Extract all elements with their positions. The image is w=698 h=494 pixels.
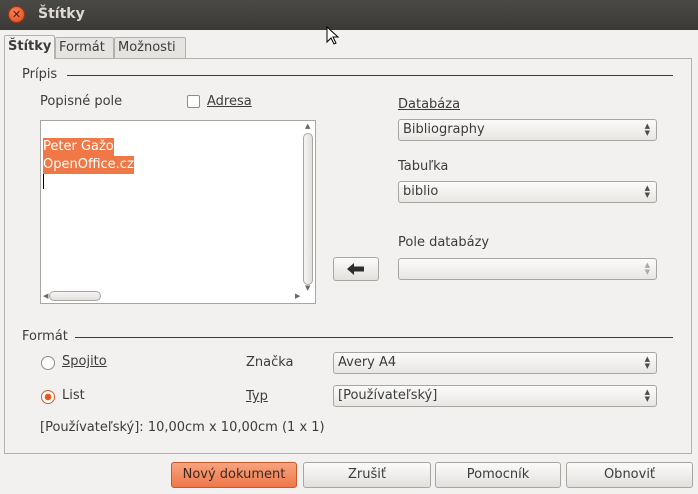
brand-value: Avery A4 [338,355,397,370]
spin-arrows-icon: ▲ ▼ [644,388,650,403]
arrow-left-icon [347,263,364,275]
close-icon[interactable]: ✕ [8,6,25,23]
inscription-section-title: Prípis [22,67,58,82]
horizontal-scroll-thumb[interactable] [49,291,101,301]
type-value: [Používateľský] [338,388,438,403]
database-combobox[interactable]: Bibliography ▲ ▼ [398,119,657,141]
sheet-radio[interactable] [41,390,55,404]
sheet-label[interactable]: List [62,388,85,403]
label-text-line-1: Peter Gažo [43,138,114,156]
tab-labels[interactable]: Štítky [4,35,55,59]
scroll-left-icon[interactable]: ◀ [43,293,48,300]
spin-arrows-icon: ▲ ▼ [644,261,650,276]
table-value: biblio [403,184,439,199]
db-field-combobox[interactable]: ▲ ▼ [398,258,657,280]
scroll-down-icon[interactable]: ▼ [305,285,310,292]
format-section-line [75,337,673,338]
tab-labels-text: Štítky [8,39,52,54]
window-title: Štítky [38,6,85,22]
text-caret [43,174,44,189]
address-checkbox[interactable] [187,95,200,108]
label-text-area[interactable]: Peter Gažo OpenOffice.cz ▲ ▼ ◀ ▶ [40,120,316,304]
scroll-right-icon[interactable]: ▶ [295,293,300,300]
type-label: Typ [246,389,268,404]
mouse-pointer-icon [326,26,340,45]
table-label: Tabuľka [398,159,449,174]
continuous-label[interactable]: Spojito [62,354,107,369]
tab-options[interactable]: Možnosti [114,37,186,58]
tab-format-text: Formát [59,40,105,55]
vertical-scroll-thumb[interactable] [303,133,313,285]
vertical-scrollbar[interactable]: ▲ ▼ [302,123,314,292]
help-button[interactable]: Pomocník [435,462,561,488]
reset-button[interactable]: Obnoviť [566,462,693,488]
label-field-label: Popisné pole [40,94,123,109]
type-label-text: Typ [246,389,268,404]
format-section-title: Formát [22,329,68,344]
new-document-button[interactable]: Nový dokument [171,462,297,488]
tab-options-text: Možnosti [118,40,176,55]
database-label-text: Databáza [398,97,461,112]
label-text-line-2: OpenOffice.cz [43,156,134,174]
insert-field-button[interactable] [333,257,379,281]
database-label: Databáza [398,97,460,112]
scroll-up-icon[interactable]: ▲ [305,123,310,130]
spin-arrows-icon: ▲ ▼ [644,184,650,199]
spin-arrows-icon: ▲ ▼ [644,122,650,137]
cancel-button[interactable]: Zrušiť [303,462,431,488]
tab-format[interactable]: Formát [55,37,114,58]
db-field-label: Pole databázy [398,235,490,250]
horizontal-scrollbar[interactable]: ◀ ▶ [43,290,301,302]
spin-arrows-icon: ▲ ▼ [644,355,650,370]
inscription-section-line [67,75,673,76]
type-combobox[interactable]: [Používateľský] ▲ ▼ [333,385,657,407]
title-bar: ✕ Štítky [0,0,698,30]
format-summary: [Používateľský]: 10,00cm x 10,00cm (1 x … [40,420,325,435]
continuous-radio[interactable] [41,356,55,370]
table-combobox[interactable]: biblio ▲ ▼ [398,181,657,203]
database-value: Bibliography [403,122,485,137]
brand-combobox[interactable]: Avery A4 ▲ ▼ [333,352,657,374]
address-label[interactable]: Adresa [207,94,252,109]
continuous-label-text: Spojito [62,354,107,369]
brand-label: Značka [246,355,294,370]
